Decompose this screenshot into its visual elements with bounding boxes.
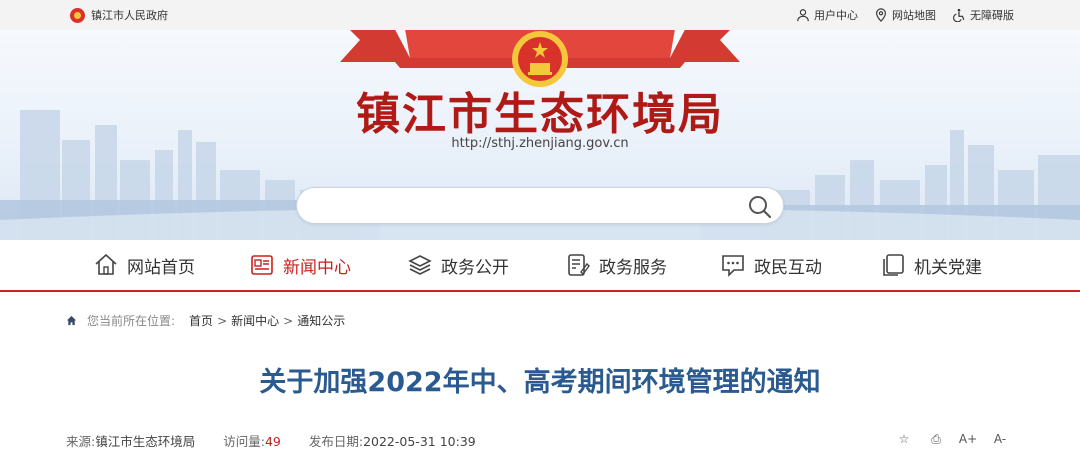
search-icon[interactable] bbox=[747, 194, 773, 220]
nav-item-label: 政务服务 bbox=[599, 257, 667, 278]
date-value: 2022-05-31 10:39 bbox=[363, 434, 476, 449]
user-center-label: 用户中心 bbox=[814, 9, 858, 22]
nav-item-label: 政务公开 bbox=[441, 257, 509, 278]
nav-item-gov-services[interactable]: 政务服务 bbox=[565, 240, 720, 290]
user-center-link[interactable]: 用户中心 bbox=[796, 7, 858, 23]
article-title: 关于加强2022年中、高考期间环境管理的通知 bbox=[259, 367, 821, 398]
font-decrease-icon[interactable]: A- bbox=[992, 431, 1008, 447]
site-url[interactable]: http://sthj.zhenjiang.gov.cn bbox=[0, 136, 1080, 151]
gov-portal-label: 镇江市人民政府 bbox=[91, 9, 168, 22]
site-banner: 镇江市生态环境局 http://sthj.zhenjiang.gov.cn bbox=[0, 30, 1080, 240]
breadcrumb: 您当前所在位置: 首页 > 新闻中心 > 通知公示 bbox=[66, 312, 345, 329]
chat-icon bbox=[722, 255, 744, 277]
article-date: 发布日期:2022-05-31 10:39 bbox=[309, 431, 476, 450]
site-map-link[interactable]: 网站地图 bbox=[874, 7, 936, 23]
visits-count: 49 bbox=[264, 434, 281, 449]
print-icon[interactable]: ⎙ bbox=[928, 431, 944, 447]
source-label: 来源: bbox=[66, 434, 96, 449]
map-pin-icon bbox=[876, 8, 886, 22]
nav-item-news[interactable]: 新闻中心 bbox=[249, 240, 407, 290]
nav-item-party-building[interactable]: 机关党建 bbox=[880, 240, 1010, 290]
breadcrumb-separator: > bbox=[217, 313, 228, 328]
article-source: 来源:镇江市生态环境局 bbox=[66, 431, 195, 450]
search-bar bbox=[296, 187, 784, 224]
nav-item-label: 政民互动 bbox=[754, 257, 822, 278]
site-map-label: 网站地图 bbox=[892, 9, 936, 22]
article-meta: 来源:镇江市生态环境局 访问量:49 发布日期:2022-05-31 10:39 bbox=[66, 431, 504, 450]
font-increase-icon[interactable]: A+ bbox=[959, 431, 977, 447]
star-icon[interactable]: ☆ bbox=[896, 431, 912, 447]
nav-item-label: 网站首页 bbox=[127, 257, 195, 278]
top-bar: 镇江市人民政府 用户中心 网站地图 无障碍版 bbox=[0, 0, 1080, 30]
visits-label: 访问量: bbox=[223, 434, 265, 449]
article-visits: 访问量:49 bbox=[223, 431, 281, 450]
document-edit-icon bbox=[568, 254, 590, 276]
breadcrumb-prefix: 您当前所在位置: bbox=[87, 314, 176, 328]
layers-icon bbox=[408, 255, 432, 275]
national-emblem-icon bbox=[70, 7, 85, 23]
user-icon bbox=[797, 9, 809, 22]
search-input[interactable] bbox=[313, 195, 733, 217]
nav-item-label: 机关党建 bbox=[914, 257, 982, 278]
accessibility-icon bbox=[953, 8, 965, 22]
home-icon bbox=[95, 253, 117, 275]
nav-item-interaction[interactable]: 政民互动 bbox=[720, 240, 880, 290]
nav-item-gov-affairs-open[interactable]: 政务公开 bbox=[407, 240, 565, 290]
main-nav: 网站首页 新闻中心 政务公开 政务服务 政民互动 机关党建 bbox=[0, 240, 1080, 292]
breadcrumb-separator: > bbox=[283, 313, 294, 328]
accessibility-label: 无障碍版 bbox=[970, 9, 1014, 22]
pages-icon bbox=[883, 254, 904, 276]
breadcrumb-home-icon bbox=[66, 315, 77, 326]
newspaper-icon bbox=[251, 255, 273, 275]
nav-item-label: 新闻中心 bbox=[283, 257, 351, 278]
breadcrumb-item-notices[interactable]: 通知公示 bbox=[297, 312, 345, 329]
accessibility-link[interactable]: 无障碍版 bbox=[952, 7, 1014, 23]
site-title: 镇江市生态环境局 bbox=[356, 89, 724, 140]
breadcrumb-item-news[interactable]: 新闻中心 bbox=[231, 312, 279, 329]
date-label: 发布日期: bbox=[308, 434, 364, 449]
top-links: 用户中心 网站地图 无障碍版 bbox=[780, 7, 1014, 23]
article-tools: ☆ ⎙ A+ A- bbox=[880, 431, 1008, 447]
breadcrumb-item-home[interactable]: 首页 bbox=[189, 312, 213, 329]
source-value: 镇江市生态环境局 bbox=[95, 434, 196, 449]
nav-item-home[interactable]: 网站首页 bbox=[93, 240, 249, 290]
gov-portal-link[interactable]: 镇江市人民政府 bbox=[70, 7, 168, 23]
